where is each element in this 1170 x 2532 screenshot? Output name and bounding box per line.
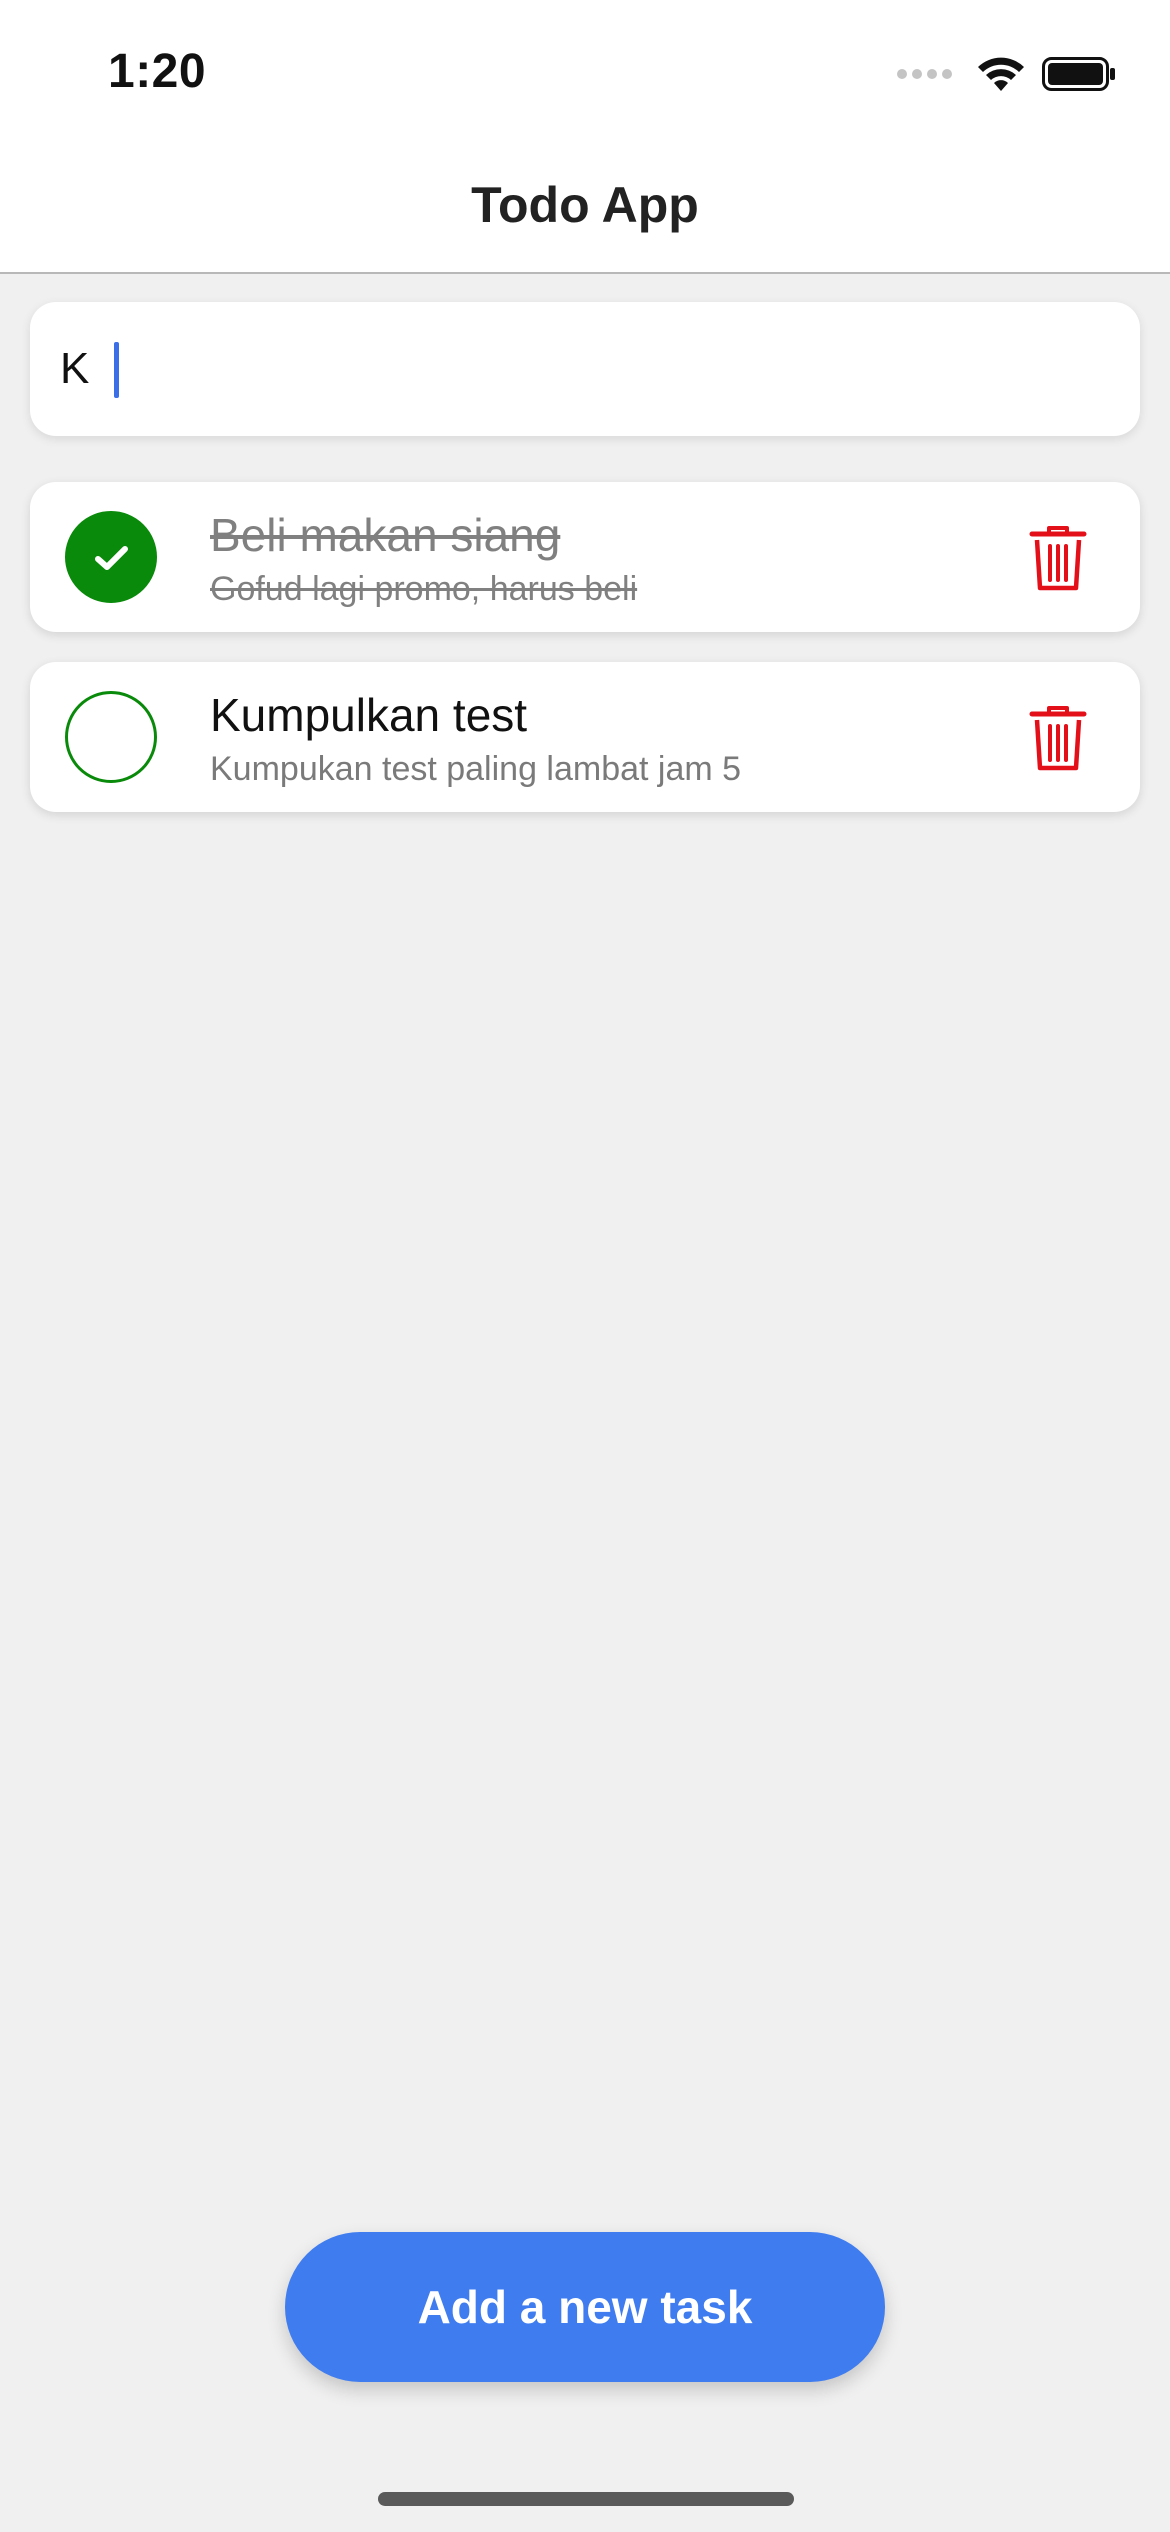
cellular-signal-icon	[897, 69, 952, 79]
search-input[interactable]: K	[30, 302, 1140, 436]
task-title: Beli makan siang	[210, 509, 561, 561]
wifi-icon	[978, 57, 1024, 91]
add-task-button[interactable]: Add a new task	[285, 2232, 885, 2382]
task-subtitle: Kumpukan test paling lambat jam 5	[210, 750, 742, 788]
search-input-value: K	[60, 344, 90, 393]
page-title: Todo App	[471, 177, 699, 233]
text-caret	[114, 342, 119, 398]
task-subtitle: Gofud lagi promo, harus beli	[210, 570, 638, 608]
trash-icon[interactable]	[1028, 704, 1088, 772]
status-time: 1:20	[108, 45, 207, 98]
home-indicator[interactable]	[378, 2492, 794, 2506]
task-complete-toggle[interactable]	[65, 511, 157, 603]
task-item[interactable]: Beli makan siang Gofud lagi promo, harus…	[30, 482, 1140, 632]
task-item[interactable]: Kumpulkan test Kumpukan test paling lamb…	[30, 662, 1140, 812]
status-bar: 1:20	[0, 0, 1170, 140]
task-title: Kumpulkan test	[210, 689, 528, 741]
trash-icon[interactable]	[1028, 524, 1088, 592]
task-complete-toggle[interactable]	[65, 691, 157, 783]
checkmark-icon	[95, 546, 128, 570]
battery-icon	[1042, 57, 1115, 91]
nav-bar: Todo App	[0, 140, 1170, 274]
status-icons	[897, 52, 1118, 96]
